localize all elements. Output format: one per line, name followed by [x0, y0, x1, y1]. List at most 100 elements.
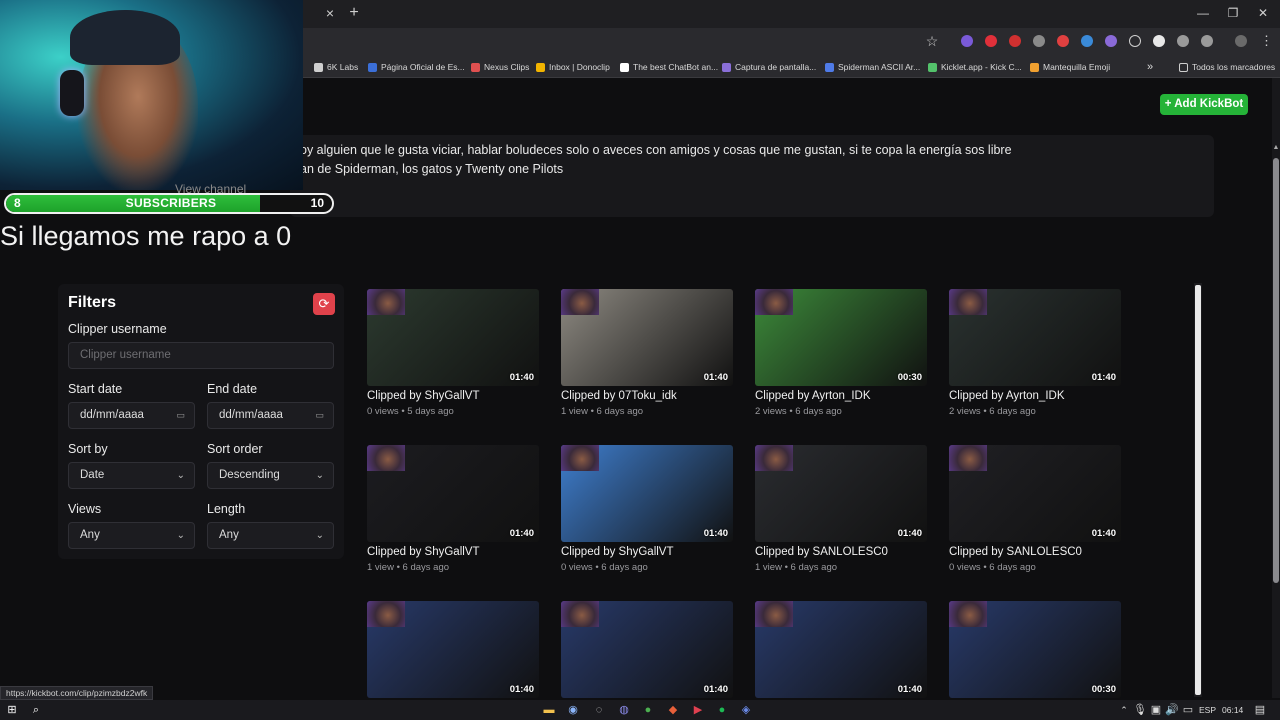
clip-thumbnail[interactable]: 00:30: [755, 289, 927, 386]
clip-title[interactable]: Clipped by 07Toku_idk: [561, 390, 677, 402]
bookmark-star-icon[interactable]: ☆: [924, 33, 940, 49]
clip-thumbnail[interactable]: 01:40: [755, 445, 927, 542]
clock[interactable]: 06:14: [1222, 705, 1243, 715]
spotify-icon[interactable]: ●: [714, 702, 730, 718]
end-date-input[interactable]: dd/mm/aaaa ▭: [207, 402, 334, 429]
clip-thumbnail[interactable]: 01:40: [561, 289, 733, 386]
chrome-icon[interactable]: ●: [640, 702, 656, 718]
clip-card[interactable]: 01:40 Clipped by ShyGallVT 1 view • 6 days…: [367, 445, 539, 573]
clip-thumbnail[interactable]: 01:40: [367, 445, 539, 542]
clip-title[interactable]: Clipped by ShyGallVT: [367, 390, 480, 402]
bookmark-item[interactable]: Spiderman ASCII Ar...: [825, 58, 920, 76]
volume-icon[interactable]: 🔊: [1164, 702, 1180, 718]
clip-card[interactable]: 00:30 Clipped by Ayrton_IDK 2 views • 6 da…: [755, 289, 927, 417]
search-icon[interactable]: ⌕: [28, 702, 44, 718]
clip-thumbnail[interactable]: 01:40: [755, 601, 927, 698]
clip-card[interactable]: 01:40: [367, 601, 539, 698]
all-bookmarks-folder[interactable]: Todos los marcadores: [1179, 58, 1275, 76]
clip-card[interactable]: 01:40 Clipped by ShyGallVT 0 views • 6 day…: [561, 445, 733, 573]
page-scroll-thumb[interactable]: [1273, 158, 1279, 583]
clip-card[interactable]: 01:40 Clipped by 07Toku_idk 1 view • 6 day…: [561, 289, 733, 417]
network-icon[interactable]: ▣: [1148, 702, 1164, 718]
close-window-icon[interactable]: ✕: [1248, 4, 1278, 22]
clip-card[interactable]: 01:40 Clipped by SANLOLESC0 1 view • 6 day…: [755, 445, 927, 573]
sort-by-select[interactable]: Date ⌄: [68, 462, 195, 489]
clipper-username-input[interactable]: Clipper username: [68, 342, 334, 369]
bookmark-item[interactable]: 6K Labs: [314, 58, 358, 76]
address-input[interactable]: [303, 31, 943, 53]
clip-title[interactable]: Clipped by ShyGallVT: [561, 546, 674, 558]
adblock-icon[interactable]: [1009, 35, 1021, 47]
thumbnail-webcam: [367, 445, 405, 471]
clip-thumbnail[interactable]: 01:40: [561, 601, 733, 698]
app-icon[interactable]: ◈: [738, 702, 754, 718]
clip-thumbnail[interactable]: 01:40: [367, 601, 539, 698]
clip-list-scroll-thumb[interactable]: [1195, 285, 1201, 695]
clip-card[interactable]: 01:40: [561, 601, 733, 698]
clip-title[interactable]: Clipped by ShyGallVT: [367, 546, 480, 558]
profile-avatar-icon[interactable]: [1235, 35, 1247, 47]
tab-close-icon[interactable]: ×: [322, 4, 338, 22]
windows-start-icon[interactable]: ⊞: [4, 702, 20, 718]
clip-duration: 01:40: [703, 528, 728, 539]
extension-icon[interactable]: [1129, 35, 1141, 47]
tray-overflow-icon[interactable]: ⌃: [1116, 702, 1132, 718]
minimize-icon[interactable]: —: [1188, 4, 1218, 22]
discord-icon[interactable]: ◍: [616, 702, 632, 718]
extensions-puzzle-icon[interactable]: [1201, 35, 1213, 47]
steam-icon[interactable]: ◉: [565, 702, 581, 718]
clip-title[interactable]: Clipped by Ayrton_IDK: [755, 390, 871, 402]
bookmark-item[interactable]: Inbox | Donoclip: [536, 58, 610, 76]
bookmark-item[interactable]: Mantequilla Emoji: [1030, 58, 1110, 76]
bookmark-item[interactable]: Kicklet.app - Kick C...: [928, 58, 1022, 76]
clip-thumbnail[interactable]: 01:40: [949, 445, 1121, 542]
extension-icon[interactable]: [985, 35, 997, 47]
calendar-icon[interactable]: ▭: [176, 403, 185, 428]
sort-order-select[interactable]: Descending ⌄: [207, 462, 334, 489]
clip-title[interactable]: Clipped by SANLOLESC0: [949, 546, 1082, 558]
bookmark-item[interactable]: Página Oficial de Es...: [368, 58, 465, 76]
brave-icon[interactable]: ◆: [665, 702, 681, 718]
media-player-icon[interactable]: ▶: [690, 702, 706, 718]
clip-duration: 01:40: [1091, 528, 1116, 539]
microphone-icon[interactable]: 🎙: [1132, 702, 1148, 718]
restore-icon[interactable]: ❐: [1218, 4, 1248, 22]
clip-card[interactable]: 01:40 Clipped by ShyGallVT 0 views • 5 day…: [367, 289, 539, 417]
notifications-icon[interactable]: ▤: [1252, 702, 1268, 718]
clip-title[interactable]: Clipped by Ayrton_IDK: [949, 390, 1065, 402]
extension-icon[interactable]: [1081, 35, 1093, 47]
battery-icon[interactable]: ▭: [1180, 702, 1196, 718]
clip-card[interactable]: 01:40: [755, 601, 927, 698]
bookmark-item[interactable]: Nexus Clips: [471, 58, 529, 76]
chevron-down-icon: ⌄: [176, 470, 185, 481]
clip-thumbnail[interactable]: 01:40: [949, 289, 1121, 386]
start-date-input[interactable]: dd/mm/aaaa ▭: [68, 402, 195, 429]
add-kickbot-button[interactable]: + Add KickBot: [1160, 94, 1248, 115]
length-select[interactable]: Any ⌄: [207, 522, 334, 549]
extension-icon[interactable]: [961, 35, 973, 47]
clip-thumbnail[interactable]: 01:40: [367, 289, 539, 386]
clip-card[interactable]: 01:40 Clipped by SANLOLESC0 0 views • 6 da…: [949, 445, 1121, 573]
file-explorer-icon[interactable]: ▬: [541, 702, 557, 718]
bookmark-item[interactable]: Captura de pantalla...: [722, 58, 816, 76]
extension-icon[interactable]: [1153, 35, 1165, 47]
extension-icon[interactable]: [1177, 35, 1189, 47]
extension-icon[interactable]: [1105, 35, 1117, 47]
views-select[interactable]: Any ⌄: [68, 522, 195, 549]
extension-icon[interactable]: [1033, 35, 1045, 47]
clip-thumbnail[interactable]: 01:40: [561, 445, 733, 542]
reset-filters-button[interactable]: ⟳: [313, 293, 335, 315]
clip-title[interactable]: Clipped by SANLOLESC0: [755, 546, 888, 558]
bookmarks-overflow-icon[interactable]: »: [1147, 58, 1153, 76]
app-icon[interactable]: ◌: [591, 702, 607, 718]
clip-card[interactable]: 00:30: [949, 601, 1121, 698]
menu-kebab-icon[interactable]: ⋮: [1260, 33, 1273, 49]
new-tab-button[interactable]: +: [346, 4, 362, 22]
clip-card[interactable]: 01:40 Clipped by Ayrton_IDK 2 views • 6 da…: [949, 289, 1121, 417]
input-language[interactable]: ESP: [1199, 705, 1216, 715]
scroll-up-arrow-icon[interactable]: ▲: [1272, 144, 1280, 154]
clip-thumbnail[interactable]: 00:30: [949, 601, 1121, 698]
bookmark-item[interactable]: The best ChatBot an...: [620, 58, 718, 76]
calendar-icon[interactable]: ▭: [315, 403, 324, 428]
extension-icon[interactable]: [1057, 35, 1069, 47]
